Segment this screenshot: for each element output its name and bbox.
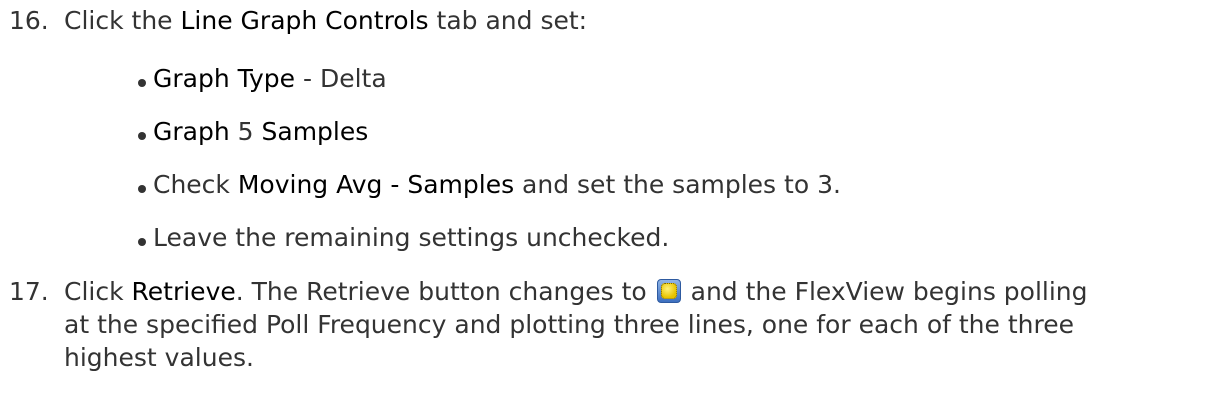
step-number: 17. <box>9 277 49 306</box>
button-name: Retrieve <box>131 277 236 306</box>
step-line-3: highest values. <box>64 343 254 372</box>
step-text-mid: . The Retrieve button changes to <box>235 277 655 306</box>
bullet-text-pre: Check <box>153 170 238 199</box>
bullet-text: Check Moving Avg - Samples and set the s… <box>153 170 841 200</box>
setting-label: Graph <box>153 117 230 146</box>
step-line-1: Click Retrieve. The Retrieve button chan… <box>64 277 1199 307</box>
bullet-text: Leave the remaining settings unchecked. <box>153 223 670 252</box>
step-text-line1-post: and the FlexView begins polling <box>682 277 1088 306</box>
bullet-icon <box>138 132 146 140</box>
setting-value: 5 <box>229 117 262 146</box>
bullet-icon <box>138 185 146 193</box>
step-text-pre: Click <box>64 277 132 306</box>
stop-polling-icon <box>656 279 681 303</box>
step-text: Click the Line Graph Controls tab and se… <box>64 6 1199 36</box>
bullet-icon <box>138 238 146 246</box>
setting-label: Moving Avg - Samples <box>237 170 515 199</box>
bullet-text: Graph Type - Delta <box>153 64 387 94</box>
tab-name: Line Graph Controls <box>180 6 429 35</box>
step-text: Click Retrieve. The Retrieve button chan… <box>64 277 1199 373</box>
setting-label: Graph Type <box>153 64 296 93</box>
step-number: 16. <box>9 6 49 35</box>
bullet-icon <box>138 79 146 87</box>
setting-label-suffix: Samples <box>261 117 369 146</box>
step-text-pre: Click the <box>64 6 181 35</box>
setting-value: Delta <box>319 64 387 93</box>
step-text-post: tab and set: <box>428 6 588 35</box>
bullet-text-post: and set the samples to 3. <box>514 170 841 199</box>
bullet-text: Graph 5 Samples <box>153 117 368 147</box>
separator: - <box>295 64 320 93</box>
step-line-2: at the specified Poll Frequency and plot… <box>64 310 1074 339</box>
